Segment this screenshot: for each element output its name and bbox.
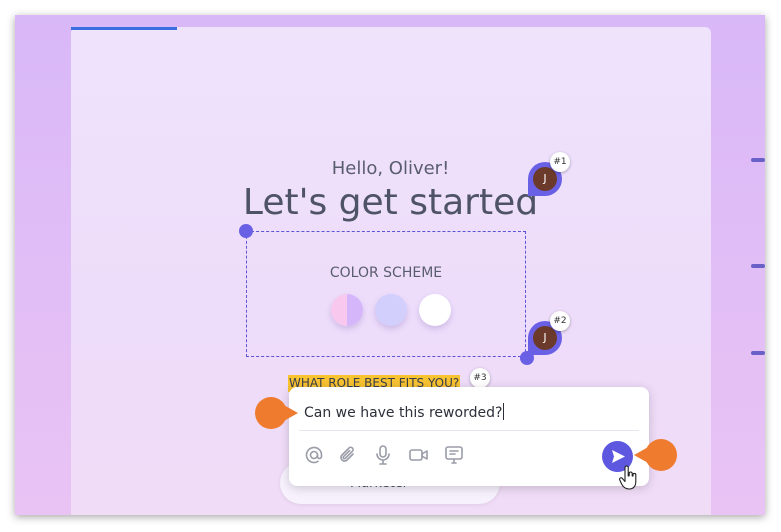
pin-number: #1 [550,152,570,172]
comment-pin-1[interactable]: J #1 [528,152,570,196]
progress-bar [71,27,177,30]
greeting: Hello, Oliver! [331,158,450,179]
comment-number-badge[interactable]: #3 [470,368,490,388]
comment-input[interactable]: Can we have this reworded? [304,403,505,421]
side-marker [751,351,765,355]
avatar: J [533,167,557,191]
comment-text: Can we have this reworded? [304,405,503,421]
text-caret [503,403,505,420]
mention-icon[interactable] [303,444,325,466]
pin-number: #2 [550,311,570,331]
page-title: Let's get started [242,182,539,223]
attach-icon[interactable] [337,444,359,466]
screen-icon[interactable] [443,444,465,466]
callout-marker-left [255,397,298,429]
mic-icon[interactable] [372,444,394,466]
swatch-lavender-pink[interactable] [331,294,363,326]
selection-handle-top-left[interactable] [239,224,253,238]
color-scheme-label: COLOR SCHEME [329,265,443,281]
hand-cursor-icon [619,465,637,490]
video-icon[interactable] [408,444,430,466]
comment-pin-2[interactable]: J #2 [528,311,570,355]
side-marker [751,264,765,268]
divider [299,430,639,431]
avatar: J [533,326,557,350]
swatch-white[interactable] [419,294,451,326]
comment-popup: Can we have this reworded? [289,387,649,486]
swatch-lavender[interactable] [375,294,407,326]
